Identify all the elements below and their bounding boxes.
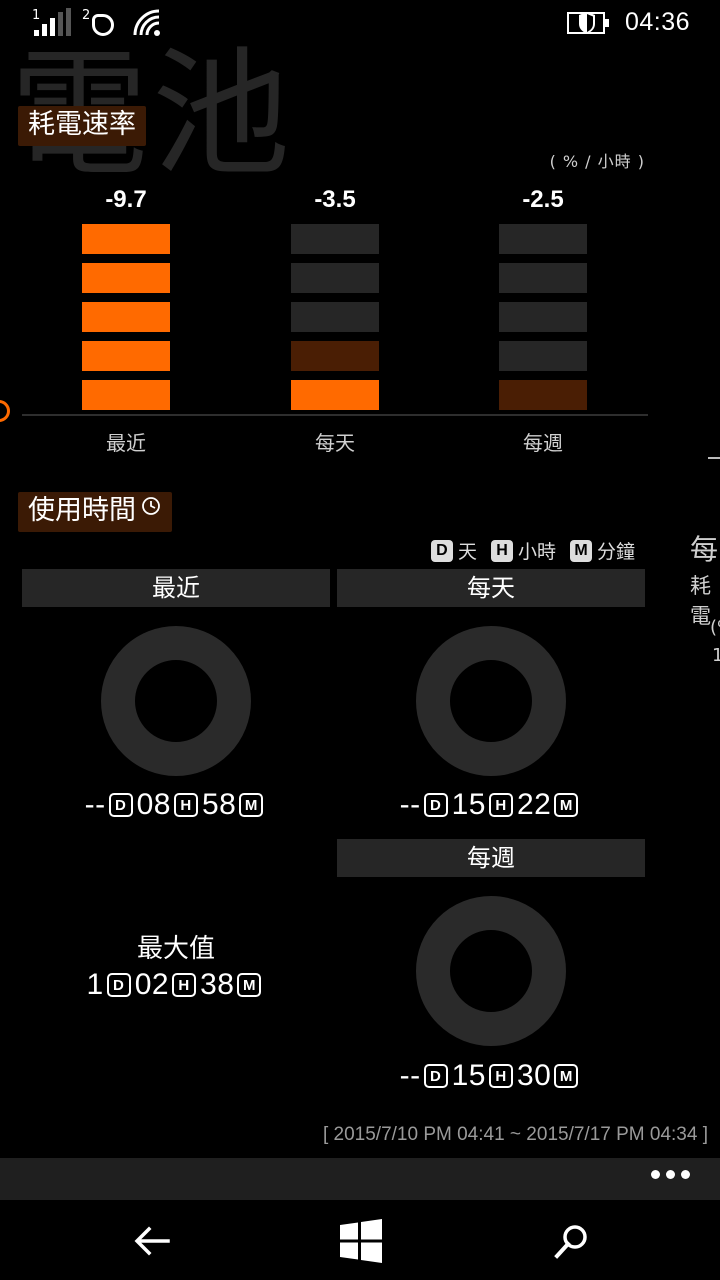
peek-next-pivot-title[interactable]: 每: [690, 528, 718, 568]
max-usage-label: 最大值: [136, 934, 215, 964]
legend-hour: H 小時: [490, 537, 556, 564]
max-usage-duration: 1D 02 H 38 M: [22, 968, 330, 1002]
status-clock: 04:36: [624, 8, 690, 36]
rate-bar-segment: [82, 224, 170, 254]
legend-minute: M 分鐘: [569, 537, 635, 564]
drain-rate-unit: ( % / 小時 ): [549, 152, 645, 171]
usage-donut-daily: [416, 626, 566, 776]
peek-divider: [708, 457, 720, 459]
rate-value: -3.5: [314, 186, 356, 213]
usage-time-label-text: 使用時間: [28, 495, 136, 526]
usage-donut-recent: [101, 626, 251, 776]
date-range: [ 2015/7/10 PM 04:41 ~ 2015/7/17 PM 04:3…: [322, 1124, 708, 1145]
rate-bar-segment: [82, 302, 170, 332]
peek-next-pivot-value: 1: [712, 645, 720, 666]
navigation-bar: [0, 1200, 720, 1280]
app-bar: [0, 1158, 720, 1200]
rate-bar-segment: [499, 341, 587, 371]
back-arrow-icon[interactable]: [128, 1218, 176, 1264]
search-icon[interactable]: [548, 1218, 596, 1264]
duration-recent: -- D 08 H 58 M: [22, 788, 330, 822]
more-icon[interactable]: [651, 1170, 690, 1179]
battery-saver-icon: [566, 11, 609, 34]
rate-bar-segment: [82, 263, 170, 293]
rate-category-label: 每天: [315, 431, 355, 455]
rate-bar-segment: [499, 263, 587, 293]
legend-day: D天: [430, 537, 477, 564]
rate-bar-segment: [499, 302, 587, 332]
panel-title-daily: 每天: [337, 569, 645, 607]
rate-bar-segment: [82, 380, 170, 410]
usage-time-label: 使用時間: [18, 492, 172, 532]
clock-icon: [142, 497, 160, 515]
rate-bar-segment: [82, 341, 170, 371]
panel-title-recent: 最近: [22, 569, 330, 607]
rate-bar-segment: [291, 263, 379, 293]
chart-baseline: [22, 414, 648, 416]
rate-bar-segment: [291, 302, 379, 332]
rate-bar-segment: [291, 341, 379, 371]
panel-title-weekly: 每週: [337, 839, 645, 877]
usage-donut-weekly: [416, 896, 566, 1046]
rate-bar-segment: [291, 224, 379, 254]
rate-category-label: 每週: [523, 431, 563, 455]
unit-legend: D天 H 小時 M 分鐘: [430, 537, 635, 564]
rate-value: -9.7: [105, 186, 147, 213]
rate-bar-segment: [499, 380, 587, 410]
rate-bar-segment: [499, 224, 587, 254]
drain-rate-label: 耗電速率: [18, 106, 146, 146]
duration-weekly: -- D 15 H 30 M: [337, 1059, 645, 1093]
duration-daily: -- D 15 H 22 M: [337, 788, 645, 822]
rate-bar-segment: [291, 380, 379, 410]
rate-value: -2.5: [522, 186, 564, 213]
peek-next-pivot-unit: (%: [710, 617, 720, 638]
windows-start-icon[interactable]: [337, 1218, 385, 1264]
sim2-number: 2: [82, 8, 91, 23]
drain-rate-chart: -9.7 最近 -3.5 每天 -2.5 每週: [0, 180, 720, 460]
rate-category-label: 最近: [106, 431, 146, 455]
